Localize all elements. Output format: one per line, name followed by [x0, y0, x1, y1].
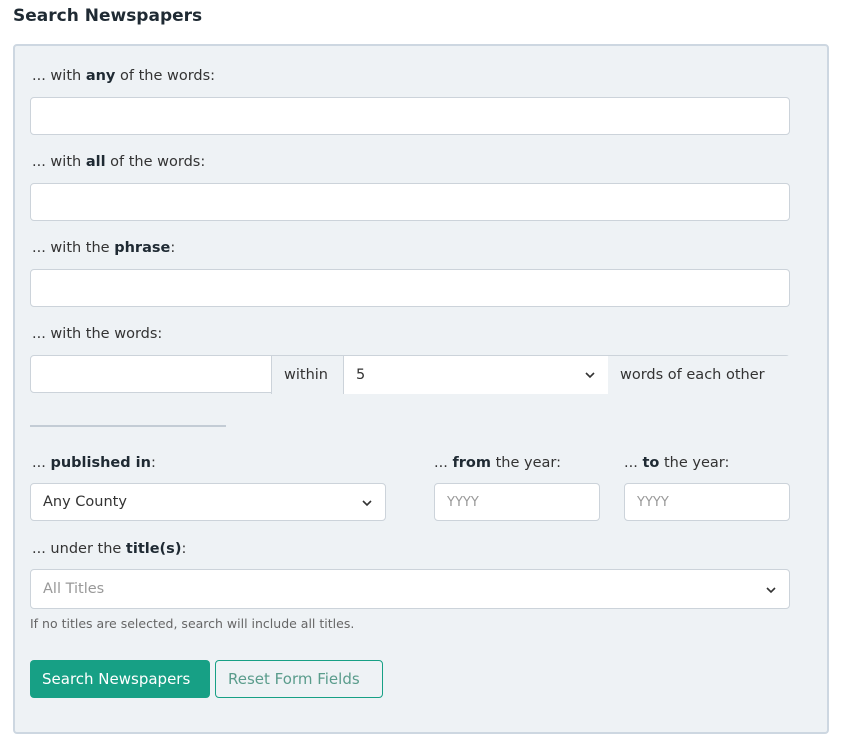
from-year-label: ... from the year:: [434, 455, 561, 471]
to-year-placeholder: YYYY: [637, 494, 669, 510]
phrase-label: ... with the phrase:: [32, 240, 176, 256]
page-title: Search Newspapers: [13, 6, 203, 26]
proximity-label: ... with the words:: [32, 326, 163, 342]
divider: [30, 425, 226, 427]
chevron-down-icon: [585, 372, 595, 379]
published-label: ... published in:: [32, 455, 156, 471]
proximity-words-input[interactable]: [31, 356, 271, 392]
search-form-panel: ... with any of the words: ... with all …: [13, 44, 829, 734]
chevron-down-icon: [766, 587, 776, 594]
any-words-label: ... with any of the words:: [32, 68, 216, 84]
any-words-input[interactable]: [30, 97, 790, 135]
within-addon: within: [271, 356, 344, 394]
from-year-input[interactable]: YYYY: [434, 483, 600, 521]
from-year-placeholder: YYYY: [447, 494, 479, 510]
to-year-input[interactable]: YYYY: [624, 483, 790, 521]
phrase-input[interactable]: [30, 269, 790, 307]
proximity-group: within 5 words of each other: [30, 355, 790, 394]
titles-select[interactable]: All Titles: [30, 569, 790, 609]
distance-value: 5: [356, 367, 366, 383]
to-year-label: ... to the year:: [624, 455, 730, 471]
county-select[interactable]: Any County: [30, 483, 386, 521]
words-of-each-other-addon: words of each other: [608, 356, 790, 394]
titles-placeholder: All Titles: [43, 581, 105, 597]
reset-form-button[interactable]: Reset Form Fields: [215, 660, 383, 698]
titles-help-text: If no titles are selected, search will i…: [30, 616, 355, 631]
all-words-input[interactable]: [30, 183, 790, 221]
titles-label: ... under the title(s):: [32, 541, 187, 557]
search-newspapers-button[interactable]: Search Newspapers: [30, 660, 210, 698]
chevron-down-icon: [362, 500, 372, 507]
all-words-label: ... with all of the words:: [32, 154, 206, 170]
county-value: Any County: [43, 494, 127, 510]
distance-select[interactable]: 5: [343, 356, 609, 394]
